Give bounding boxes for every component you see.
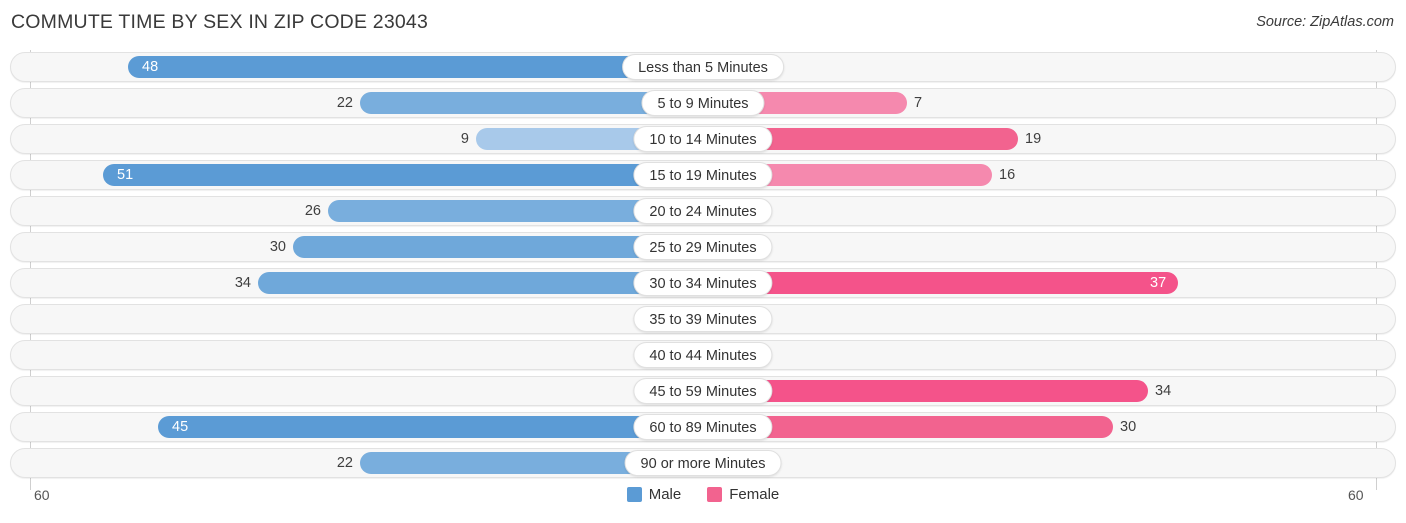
table-row[interactable]: 45 30 60 to 89 Minutes [10, 412, 1396, 442]
table-row[interactable]: 0035 to 39 Minutes [10, 304, 1396, 334]
female-value-label: 37 [1150, 275, 1167, 291]
male-value-label: 22 [336, 95, 353, 111]
chart-legend: Male Female [0, 487, 1406, 502]
male-value-label: 45 [172, 419, 189, 435]
table-row[interactable]: 51 16 15 to 19 Minutes [10, 160, 1396, 190]
male-value-label: 48 [142, 59, 159, 75]
table-row[interactable]: 03445 to 59 Minutes [10, 376, 1396, 406]
category-label-pill: 45 to 59 Minutes [633, 378, 773, 404]
female-bar[interactable] [703, 272, 1178, 294]
male-value-label: 26 [304, 203, 321, 219]
category-label-pill: 10 to 14 Minutes [633, 126, 773, 152]
table-row[interactable]: 26020 to 24 Minutes [10, 196, 1396, 226]
category-label-pill: 5 to 9 Minutes [641, 90, 765, 116]
legend-item-male[interactable]: Male [626, 486, 682, 503]
category-label-pill: 30 to 34 Minutes [633, 270, 773, 296]
commute-time-chart: COMMUTE TIME BY SEX IN ZIP CODE 23043 So… [0, 0, 1406, 523]
female-value-label: 16 [999, 167, 1016, 183]
legend-label: Male [648, 486, 682, 503]
female-value-label: 19 [1025, 131, 1042, 147]
category-label-pill: 25 to 29 Minutes [633, 234, 773, 260]
table-row[interactable]: 9 19 10 to 14 Minutes [10, 124, 1396, 154]
male-value-label: 34 [234, 275, 251, 291]
table-row[interactable]: 480Less than 5 Minutes [10, 52, 1396, 82]
legend-swatch-icon [707, 487, 723, 502]
source-attribution: Source: ZipAtlas.com [1256, 14, 1394, 30]
table-row[interactable]: 22 7 5 to 9 Minutes [10, 88, 1396, 118]
legend-label: Female [729, 486, 780, 503]
table-row[interactable]: 22090 or more Minutes [10, 448, 1396, 478]
plot-area: 480Less than 5 Minutes 22 7 5 to 9 Minutes 9… [0, 50, 1406, 490]
female-value-label: 34 [1155, 383, 1172, 399]
male-bar[interactable] [158, 416, 703, 438]
male-value-label: 22 [336, 455, 353, 471]
category-label-pill: Less than 5 Minutes [622, 54, 784, 80]
male-value-label: 9 [460, 131, 469, 147]
male-value-label: 30 [269, 239, 286, 255]
legend-swatch-icon [626, 487, 642, 502]
table-row[interactable]: 34 37 30 to 34 Minutes [10, 268, 1396, 298]
page-title: COMMUTE TIME BY SEX IN ZIP CODE 23043 [11, 11, 429, 33]
category-label-pill: 35 to 39 Minutes [633, 306, 773, 332]
male-bar[interactable] [103, 164, 703, 186]
category-label-pill: 15 to 19 Minutes [633, 162, 773, 188]
table-row[interactable]: 0040 to 44 Minutes [10, 340, 1396, 370]
female-value-label: 30 [1120, 419, 1137, 435]
male-value-label: 51 [117, 167, 134, 183]
category-label-pill: 20 to 24 Minutes [633, 198, 773, 224]
legend-item-female[interactable]: Female [707, 487, 779, 502]
category-label-pill: 90 or more Minutes [624, 450, 782, 476]
female-value-label: 7 [914, 95, 923, 111]
table-row[interactable]: 30025 to 29 Minutes [10, 232, 1396, 262]
male-bar[interactable] [128, 56, 703, 78]
category-label-pill: 60 to 89 Minutes [633, 414, 773, 440]
category-label-pill: 40 to 44 Minutes [633, 342, 773, 368]
